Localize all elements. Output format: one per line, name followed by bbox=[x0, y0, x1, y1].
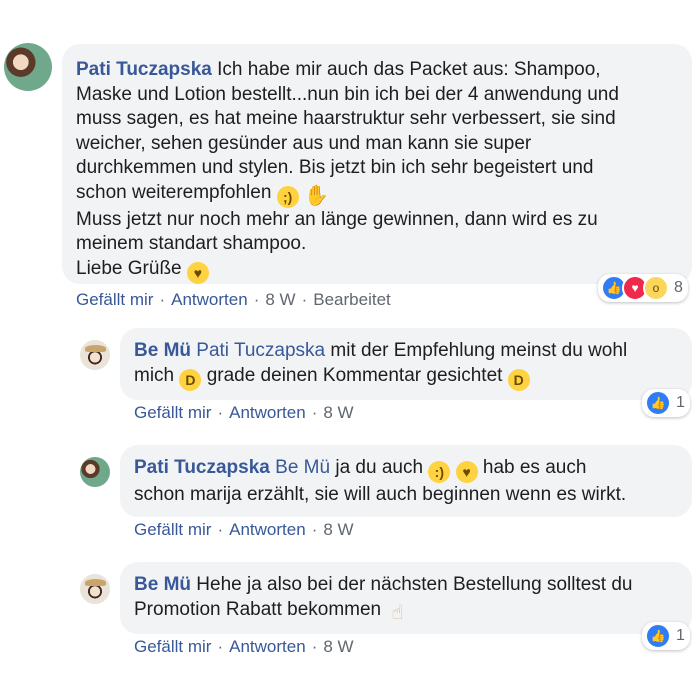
comment-text: mich bbox=[134, 364, 175, 386]
like-link[interactable]: Gefällt mir bbox=[134, 637, 211, 656]
comment-actions: Gefällt mir · Antworten · 8 W bbox=[134, 637, 354, 657]
comment-bubble: Be Mü Hehe ja also bei der nächsten Best… bbox=[120, 562, 692, 634]
comment-text: ja du auch bbox=[335, 457, 424, 478]
tears-of-joy-emoji: D bbox=[179, 368, 202, 391]
comment-text: Liebe Grüße bbox=[76, 257, 182, 279]
like-link[interactable]: Gefällt mir bbox=[134, 403, 211, 422]
comment-author[interactable]: Be Mü bbox=[134, 574, 191, 595]
reply-link[interactable]: Antworten bbox=[229, 637, 306, 656]
mention-link[interactable]: Pati Tuczapska bbox=[196, 340, 325, 361]
comment-text: Hehe ja also bei der nächsten Bestellung… bbox=[196, 574, 633, 595]
separator: · bbox=[217, 403, 224, 422]
edited-label: Bearbeitet bbox=[313, 290, 391, 309]
reply-link[interactable]: Antworten bbox=[171, 290, 248, 309]
separator: · bbox=[311, 637, 318, 656]
comment-text: meinem standart shampoo. bbox=[76, 233, 307, 254]
separator: · bbox=[217, 520, 224, 539]
like-link[interactable]: Gefällt mir bbox=[76, 290, 153, 309]
mention-link[interactable]: Be Mü bbox=[275, 457, 330, 478]
comment-author[interactable]: Be Mü bbox=[134, 340, 191, 361]
separator: · bbox=[311, 520, 318, 539]
separator: · bbox=[253, 290, 260, 309]
separator: · bbox=[159, 290, 166, 309]
comment-text: durchkemmen und stylen. Bis jetzt bin ic… bbox=[76, 157, 594, 178]
like-link[interactable]: Gefällt mir bbox=[134, 520, 211, 539]
pointing-up-emoji: ☝ bbox=[391, 601, 404, 624]
reply-link[interactable]: Antworten bbox=[229, 403, 306, 422]
grin-emoji: D bbox=[507, 368, 530, 391]
comment-actions: Gefällt mir · Antworten · 8 W · Bearbeitet bbox=[76, 290, 391, 310]
kiss-emoji: ♥ bbox=[186, 261, 209, 284]
comment-actions: Gefällt mir · Antworten · 8 W bbox=[134, 403, 354, 423]
comment-author[interactable]: Pati Tuczapska bbox=[76, 59, 212, 80]
timestamp[interactable]: 8 W bbox=[265, 290, 295, 309]
reaction-count: 1 bbox=[676, 627, 685, 644]
comment-text: schon weiterempfohlen bbox=[76, 181, 272, 203]
wink-emoji: ;) bbox=[276, 185, 299, 208]
comment-actions: Gefällt mir · Antworten · 8 W bbox=[134, 520, 354, 540]
reaction-summary[interactable]: 👍 1 bbox=[642, 389, 690, 417]
comment-text: Ich habe mir auch das Packet aus: Shampo… bbox=[217, 59, 601, 80]
comment-bubble: Pati Tuczapska Ich habe mir auch das Pac… bbox=[62, 44, 692, 284]
reaction-summary[interactable]: 👍 1 bbox=[642, 622, 690, 650]
comment-bubble: Pati Tuczapska Be Mü ja du auch :) ♥ hab… bbox=[120, 445, 692, 517]
separator: · bbox=[301, 290, 308, 309]
separator: · bbox=[217, 637, 224, 656]
comment-author[interactable]: Pati Tuczapska bbox=[134, 457, 270, 478]
comment-text: muss sagen, es hat meine haarstruktur se… bbox=[76, 108, 616, 129]
reply-link[interactable]: Antworten bbox=[229, 520, 306, 539]
comment-text: Maske und Lotion bestellt...nun bin ich … bbox=[76, 83, 619, 105]
avatar[interactable] bbox=[80, 340, 110, 370]
comment-text: mit der Empfehlung meinst du wohl bbox=[330, 340, 628, 361]
comment-text: hab es auch bbox=[482, 457, 587, 478]
like-reaction-icon: 👍 bbox=[645, 390, 671, 416]
avatar[interactable] bbox=[4, 43, 52, 91]
reaction-count: 8 bbox=[674, 279, 683, 296]
timestamp[interactable]: 8 W bbox=[323, 520, 353, 539]
avatar[interactable] bbox=[80, 574, 110, 604]
comment-bubble: Be Mü Pati Tuczapska mit der Empfehlung … bbox=[120, 328, 692, 400]
comment-text: grade deinen Kommentar gesichtet bbox=[206, 364, 503, 386]
reaction-count: 1 bbox=[676, 394, 685, 411]
separator: · bbox=[311, 403, 318, 422]
comment-text: weicher, sehen gesünder aus und man kann… bbox=[76, 132, 532, 154]
comment-text: Promotion Rabatt bekommen bbox=[134, 598, 382, 620]
wow-reaction-icon: o bbox=[643, 275, 669, 301]
avatar[interactable] bbox=[80, 457, 110, 487]
comment-text: schon marija erzählt, sie will auch begi… bbox=[134, 484, 627, 505]
timestamp[interactable]: 8 W bbox=[323, 403, 353, 422]
timestamp[interactable]: 8 W bbox=[323, 637, 353, 656]
ok-hand-emoji: ✋ bbox=[303, 184, 329, 207]
kiss-emoji: ♥ bbox=[455, 461, 478, 483]
smile-emoji: :) bbox=[428, 461, 451, 483]
comment-text: Muss jetzt nur noch mehr an länge gewinn… bbox=[76, 208, 598, 230]
reaction-summary[interactable]: 👍 ♥ o 8 bbox=[598, 274, 688, 302]
like-reaction-icon: 👍 bbox=[645, 623, 671, 649]
